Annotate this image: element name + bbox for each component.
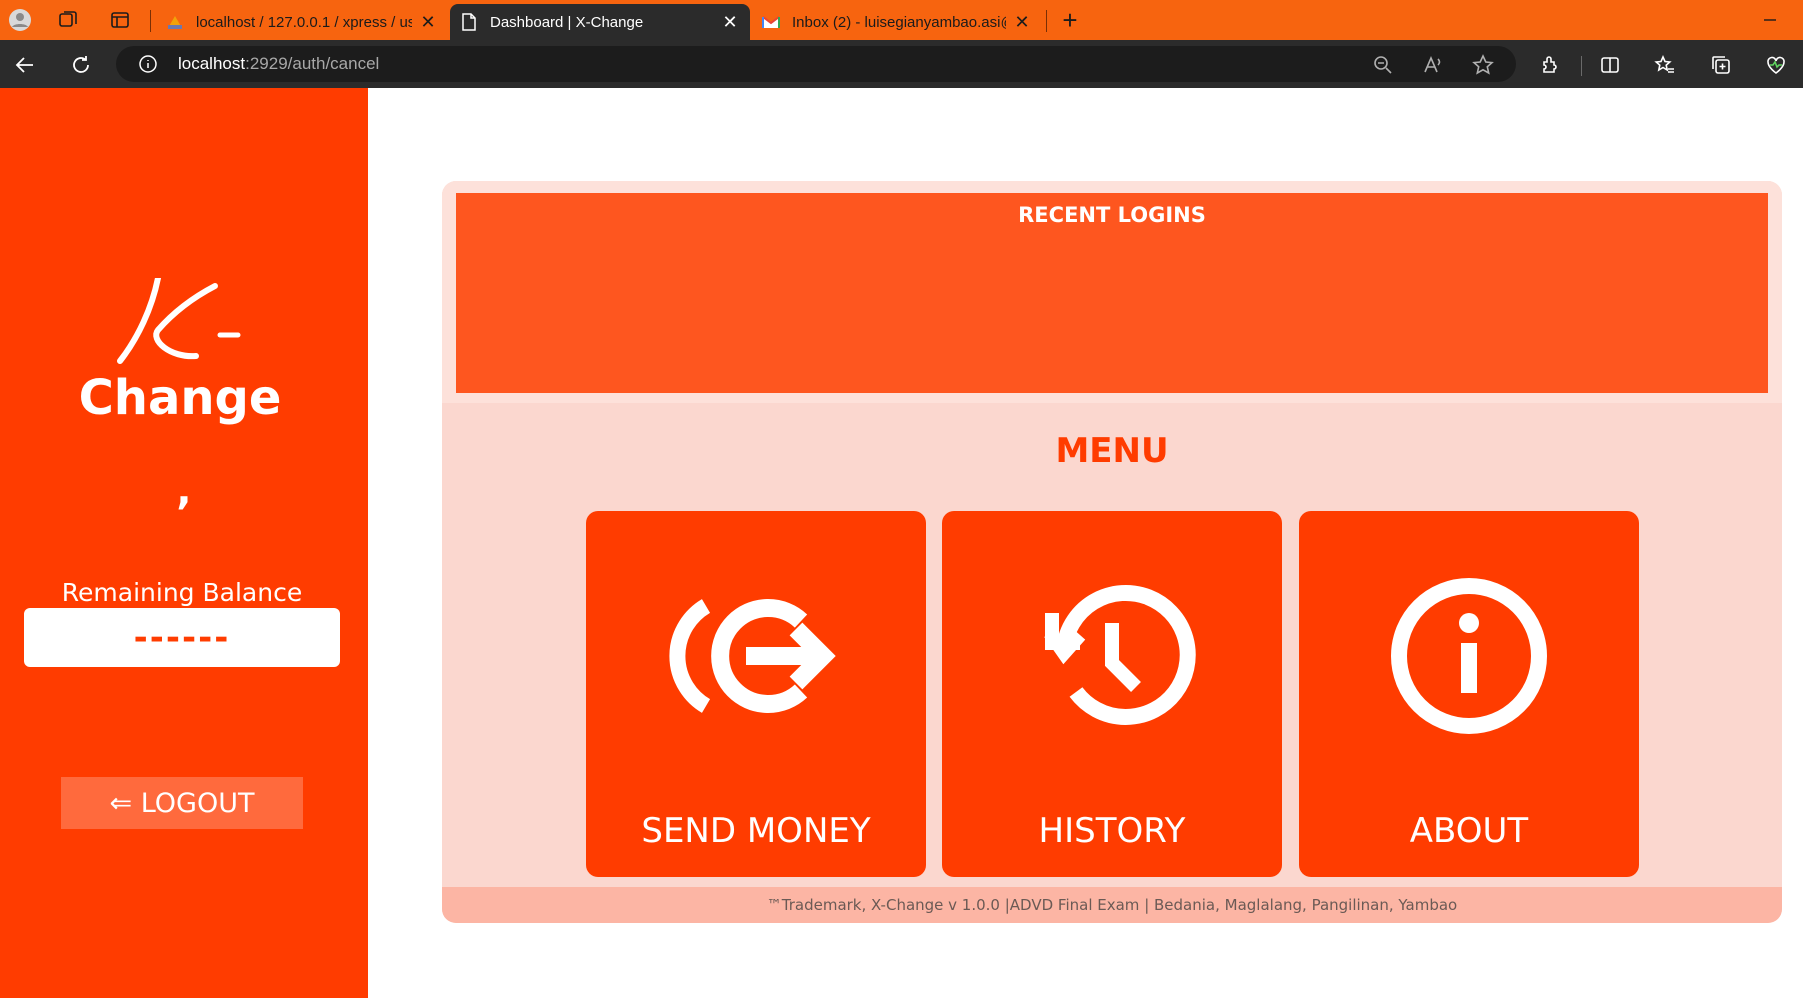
url-text: localhost:2929/auth/cancel	[178, 54, 379, 74]
tab-gmail[interactable]: Inbox (2) - luisegianyambao.asi@ ✕	[752, 4, 1042, 40]
logout-button[interactable]: ⇐ LOGOUT	[61, 777, 303, 829]
logo-text-change: Change	[80, 370, 281, 426]
recent-logins-panel: RECENT LOGINS	[456, 193, 1768, 393]
tab-title: Inbox (2) - luisegianyambao.asi@	[792, 13, 1006, 31]
url-path: :2929/auth/cancel	[245, 54, 380, 73]
tab-dashboard[interactable]: Dashboard | X-Change ✕	[450, 4, 750, 40]
back-button[interactable]	[10, 50, 40, 80]
refresh-button[interactable]	[66, 50, 96, 80]
read-aloud-icon[interactable]	[1420, 52, 1446, 78]
collections-icon[interactable]	[1708, 52, 1734, 78]
new-tab-button[interactable]: +	[1056, 5, 1084, 35]
browser-essentials-icon[interactable]	[1763, 52, 1789, 78]
page-icon	[460, 13, 478, 31]
sidebar: Change , Remaining Balance ------ ⇐ LOGO…	[0, 88, 368, 998]
toolbar-separator	[1581, 56, 1582, 76]
send-money-label: SEND MONEY	[641, 811, 871, 851]
extensions-icon[interactable]	[1537, 52, 1563, 78]
menu-title: MENU	[1055, 431, 1169, 471]
close-icon[interactable]: ✕	[418, 12, 438, 32]
favorite-star-icon[interactable]	[1470, 52, 1496, 78]
info-icon[interactable]	[138, 54, 158, 74]
close-icon[interactable]: ✕	[720, 12, 740, 32]
browser-tab-bar: localhost / 127.0.0.1 / xpress / us ✕ Da…	[0, 0, 1803, 40]
profile-icon[interactable]	[8, 8, 32, 32]
history-label: HISTORY	[1038, 811, 1186, 851]
tab-separator	[150, 10, 151, 32]
balance-display: ------	[24, 608, 340, 667]
tab-separator	[1046, 10, 1047, 32]
workspaces-icon[interactable]	[56, 8, 80, 32]
close-icon[interactable]: ✕	[1012, 12, 1032, 32]
about-label: ABOUT	[1409, 811, 1529, 851]
tab-phpmyadmin[interactable]: localhost / 127.0.0.1 / xpress / us ✕	[156, 4, 448, 40]
balance-value: ------	[133, 617, 231, 658]
minimize-icon[interactable]	[1758, 8, 1782, 32]
recent-logins-title: RECENT LOGINS	[1018, 203, 1206, 227]
url-field[interactable]: localhost:2929/auth/cancel	[116, 46, 1516, 82]
x-change-logo: Change	[79, 275, 290, 428]
favorites-icon[interactable]	[1652, 52, 1678, 78]
info-icon	[1369, 571, 1569, 741]
send-money-button[interactable]: SEND MONEY	[586, 511, 926, 877]
phpmyadmin-icon	[166, 13, 184, 31]
history-button[interactable]: HISTORY	[942, 511, 1282, 877]
browser-address-bar: localhost:2929/auth/cancel	[0, 40, 1803, 88]
balance-label: Remaining Balance	[61, 578, 303, 607]
about-button[interactable]: ABOUT	[1299, 511, 1639, 877]
user-name: ,	[176, 468, 192, 514]
tab-title: localhost / 127.0.0.1 / xpress / us	[196, 13, 412, 31]
footer: ™Trademark, X-Change v 1.0.0 |ADVD Final…	[442, 887, 1782, 923]
tab-actions-icon[interactable]	[108, 8, 132, 32]
recent-logins-section: RECENT LOGINS	[442, 181, 1782, 403]
zoom-out-icon[interactable]	[1370, 52, 1396, 78]
split-screen-icon[interactable]	[1597, 52, 1623, 78]
gmail-icon	[762, 13, 780, 31]
tab-title: Dashboard | X-Change	[490, 13, 644, 31]
history-icon	[1012, 571, 1212, 741]
url-host: localhost	[178, 54, 246, 73]
dashboard-card: RECENT LOGINS MENU SEND MONEY HISTORY AB…	[442, 181, 1782, 923]
send-money-icon	[656, 571, 856, 741]
